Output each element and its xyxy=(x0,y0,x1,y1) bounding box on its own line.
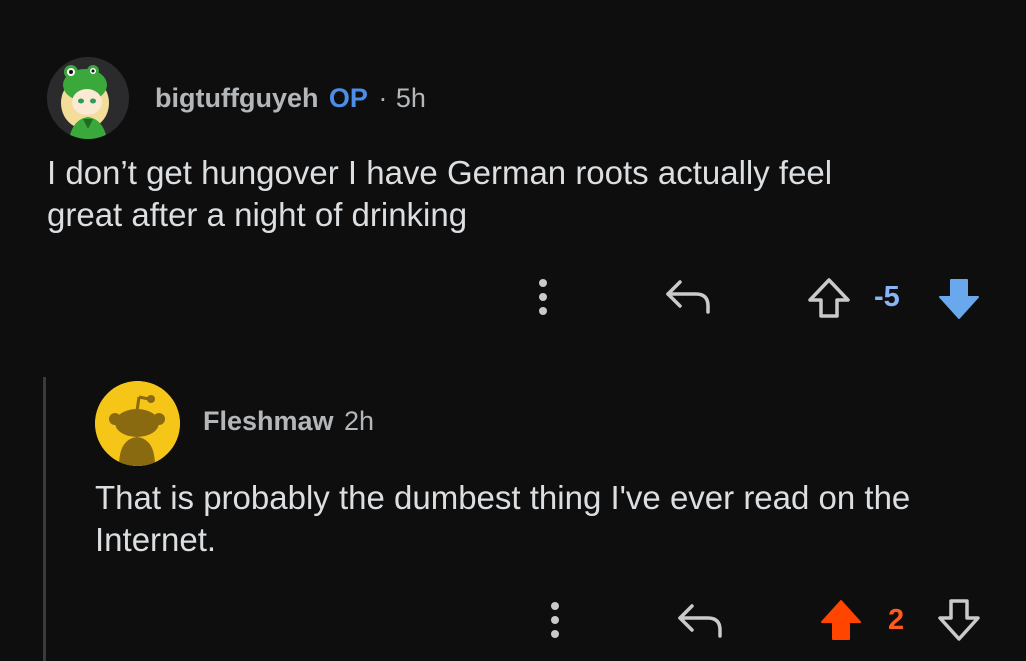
comment-body-line: great after a night of drinking xyxy=(47,196,468,233)
more-vertical-icon xyxy=(551,602,559,638)
more-options-button[interactable] xyxy=(540,599,570,643)
reply-icon xyxy=(666,280,710,314)
frog-avatar-icon xyxy=(47,57,129,139)
comment-header: bigtuffguyeh OP · 5h xyxy=(155,83,426,114)
comment-body: I don’t get hungover I have German roots… xyxy=(47,152,987,236)
separator: · xyxy=(378,83,388,113)
more-vertical-icon xyxy=(539,279,547,315)
upvote-icon xyxy=(821,600,861,640)
avatar[interactable] xyxy=(95,381,180,466)
username[interactable]: Fleshmaw xyxy=(203,406,334,436)
snoo-avatar-icon xyxy=(95,381,180,466)
thread-line[interactable] xyxy=(43,377,46,661)
comment-body-line: Internet. xyxy=(95,521,217,558)
username[interactable]: bigtuffguyeh xyxy=(155,83,318,113)
more-options-button[interactable] xyxy=(528,276,558,320)
comment-body-line: That is probably the dumbest thing I've … xyxy=(95,479,911,516)
upvote-button[interactable] xyxy=(818,598,864,642)
op-badge: OP xyxy=(328,83,368,113)
downvote-button[interactable] xyxy=(936,598,982,642)
comment-header: Fleshmaw 2h xyxy=(203,406,374,437)
score: -5 xyxy=(874,281,900,313)
upvote-icon xyxy=(808,278,850,318)
downvote-icon xyxy=(939,279,979,319)
reply-button[interactable] xyxy=(674,600,726,640)
reply-icon xyxy=(678,604,722,638)
comment-body-line: I don’t get hungover I have German roots… xyxy=(47,154,833,191)
avatar[interactable] xyxy=(47,57,129,139)
timestamp: 2h xyxy=(344,406,375,436)
downvote-button[interactable] xyxy=(936,276,982,320)
downvote-icon xyxy=(938,599,980,641)
upvote-button[interactable] xyxy=(806,276,852,320)
reply-button[interactable] xyxy=(662,276,714,316)
score: 2 xyxy=(888,604,905,636)
timestamp: 5h xyxy=(395,83,426,113)
comment-body: That is probably the dumbest thing I've … xyxy=(95,477,1005,561)
